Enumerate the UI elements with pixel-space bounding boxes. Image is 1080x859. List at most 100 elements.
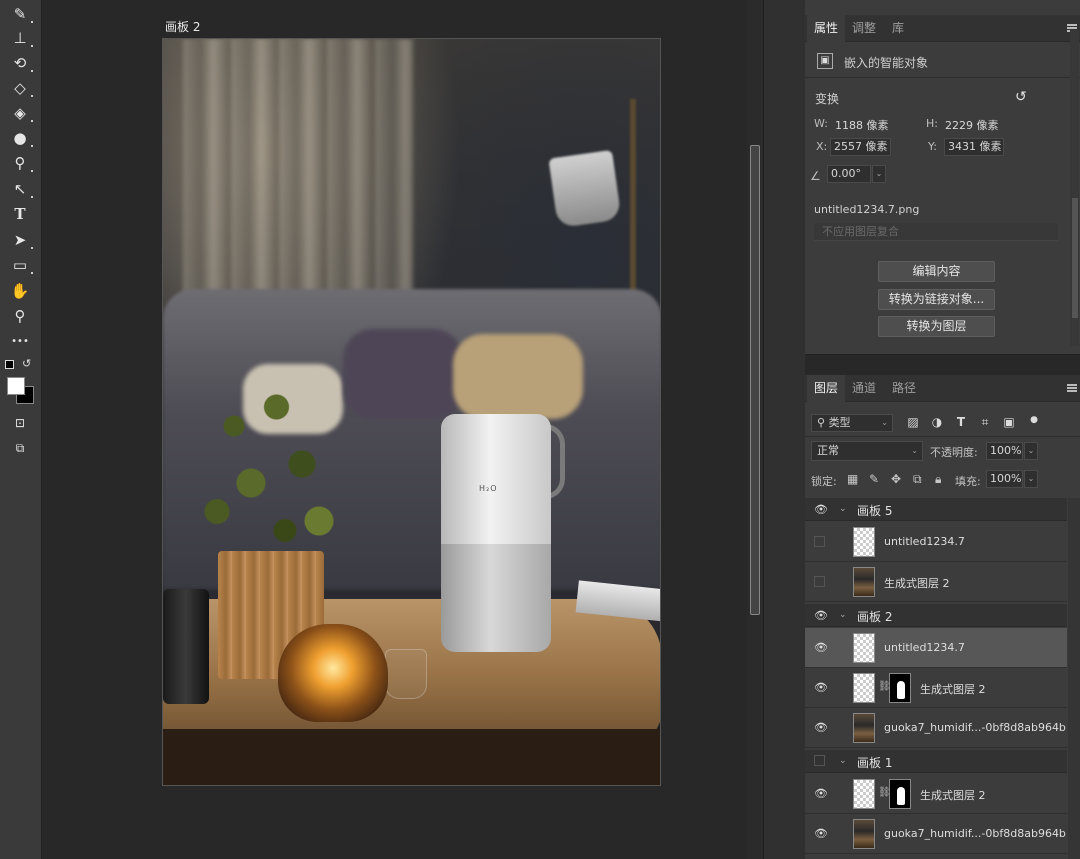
layers-scrollbar[interactable] xyxy=(1068,498,1080,859)
visibility-eye-icon[interactable]: 👁︎ xyxy=(814,787,828,800)
pen-icon[interactable]: ↖ xyxy=(8,178,33,200)
panel-menu-icon[interactable] xyxy=(1067,384,1077,392)
tab-channels[interactable]: 通道 xyxy=(845,375,883,402)
layer-thumbnail xyxy=(853,819,875,849)
default-colors-icon[interactable] xyxy=(5,360,14,369)
paint-bucket-icon[interactable]: ◈ xyxy=(8,102,33,124)
type-icon[interactable]: T xyxy=(8,203,32,225)
layer-row[interactable]: 👁︎ guoka7_humidif...-0bf8d8ab964b xyxy=(805,708,1067,748)
opacity-dropdown[interactable]: ⌄ xyxy=(1024,442,1038,460)
path-select-icon[interactable]: ➤ xyxy=(8,229,33,251)
width-label: W: xyxy=(814,117,828,130)
convert-to-layers-button[interactable]: 转换为图层 xyxy=(878,316,995,337)
tab-adjustments[interactable]: 调整 xyxy=(845,15,883,42)
properties-panel: 属性 调整 库 ▣ 嵌入的智能对象 变换 ↺ W: 1188 像素 H: 222… xyxy=(805,0,1080,355)
shape-filter-icon[interactable]: ⌗ xyxy=(978,415,992,430)
brush-icon[interactable]: ✎ xyxy=(8,3,33,25)
convert-to-linked-button[interactable]: 转换为链接对象... xyxy=(878,289,995,310)
visibility-toggle[interactable] xyxy=(814,536,825,547)
lock-transparency-icon[interactable]: ▦ xyxy=(847,472,858,486)
lock-artboard-icon[interactable]: ⧉ xyxy=(913,472,922,487)
angle-field[interactable]: 0.00° xyxy=(827,165,871,183)
width-value[interactable]: 1188 像素 xyxy=(835,117,889,133)
adjustment-filter-icon[interactable]: ◑ xyxy=(930,415,944,429)
more-tools-icon[interactable]: ••• xyxy=(8,330,32,352)
visibility-eye-icon[interactable]: 👁︎ xyxy=(814,721,828,734)
layer-row[interactable]: 👁︎ ⛓︎ 生成式图层 2 xyxy=(805,668,1067,708)
layer-name: untitled1234.7 xyxy=(884,641,965,654)
canvas-vertical-scrollbar[interactable] xyxy=(747,0,763,859)
layer-mask-thumbnail[interactable] xyxy=(889,673,911,703)
filter-label: 类型 xyxy=(828,416,851,429)
properties-tabs: 属性 调整 库 xyxy=(805,15,1080,42)
properties-scrollbar[interactable] xyxy=(1070,30,1079,346)
layer-name: untitled1234.7 xyxy=(884,535,965,548)
tab-layers[interactable]: 图层 xyxy=(807,375,846,402)
visibility-toggle[interactable] xyxy=(814,755,825,766)
visibility-eye-icon[interactable]: 👁︎ xyxy=(814,503,828,516)
tab-properties[interactable]: 属性 xyxy=(807,15,846,42)
fill-dropdown[interactable]: ⌄ xyxy=(1024,470,1038,488)
y-position-field[interactable]: 3431 像素 xyxy=(944,138,1004,156)
visibility-eye-icon[interactable]: 👁︎ xyxy=(814,641,828,654)
rectangle-icon[interactable]: ▭ xyxy=(8,254,33,276)
layer-row-selected[interactable]: 👁︎ untitled1234.7 xyxy=(805,628,1067,668)
filter-toggle-icon[interactable]: ● xyxy=(1027,415,1041,425)
chevron-down-icon[interactable]: ⌄ xyxy=(839,504,847,514)
lock-position-icon[interactable]: ✥ xyxy=(891,472,901,486)
lock-pixels-icon[interactable]: ✎ xyxy=(869,472,879,486)
dodge-icon[interactable]: ⚲ xyxy=(8,152,33,174)
foreground-color-swatch[interactable] xyxy=(7,377,25,395)
layer-thumbnail xyxy=(853,673,875,703)
opacity-field[interactable]: 100% xyxy=(986,442,1023,460)
visibility-eye-icon[interactable]: 👁︎ xyxy=(814,681,828,694)
layer-filter-select[interactable]: ⚲ 类型 ⌄ xyxy=(811,414,893,432)
pixel-filter-icon[interactable]: ▨ xyxy=(906,415,920,429)
tab-libraries[interactable]: 库 xyxy=(885,15,911,42)
tools-panel: ✎ ⊥ ⟲ ◇ ◈ ● ⚲ ↖ T ➤ ▭ ✋ ⚲ ••• ↺ ⊡ ⧉ xyxy=(0,0,42,859)
visibility-toggle[interactable] xyxy=(814,576,825,587)
layer-thumbnail xyxy=(853,779,875,809)
search-icon: ⚲ xyxy=(817,416,829,429)
chevron-down-icon[interactable]: ⌄ xyxy=(839,610,847,620)
layer-row[interactable]: untitled1234.7 xyxy=(805,522,1067,562)
angle-dropdown[interactable]: ⌄ xyxy=(872,165,886,183)
swap-colors-icon[interactable]: ↺ xyxy=(22,357,31,370)
lock-all-icon[interactable]: 🔒︎ xyxy=(935,472,941,487)
layers-panel: 图层 通道 路径 ⚲ 类型 ⌄ ▨ ◑ T ⌗ ▣ ● 正常 ⌄ 不透明度: 100… xyxy=(805,375,1080,859)
candle-image xyxy=(278,624,388,722)
artboard-group-row[interactable]: 👁︎ ⌄ 画板 2 xyxy=(805,604,1067,627)
layer-name: guoka7_humidif...-0bf8d8ab964b xyxy=(884,827,1066,840)
layer-mask-thumbnail[interactable] xyxy=(889,779,911,809)
pillow-image xyxy=(453,334,583,419)
visibility-eye-icon[interactable]: 👁︎ xyxy=(814,827,828,840)
screen-mode-icon[interactable]: ⧉ xyxy=(8,437,32,459)
edit-contents-button[interactable]: 编辑内容 xyxy=(878,261,995,282)
quick-mask-icon[interactable]: ⊡ xyxy=(8,412,32,434)
artboard-title[interactable]: 画板 2 xyxy=(165,18,200,35)
history-brush-icon[interactable]: ⟲ xyxy=(8,52,33,74)
scrollbar-thumb[interactable] xyxy=(750,145,760,615)
reset-transform-icon[interactable]: ↺ xyxy=(1015,89,1027,105)
blur-icon[interactable]: ● xyxy=(8,127,33,149)
visibility-eye-icon[interactable]: 👁︎ xyxy=(814,609,828,622)
layer-row[interactable]: 生成式图层 2 xyxy=(805,562,1067,602)
type-filter-icon[interactable]: T xyxy=(954,415,968,429)
fill-field[interactable]: 100% xyxy=(986,470,1023,488)
layer-row[interactable]: 👁︎ ⛓︎ 生成式图层 2 xyxy=(805,774,1067,814)
zoom-icon[interactable]: ⚲ xyxy=(8,305,32,327)
tab-paths[interactable]: 路径 xyxy=(885,375,923,402)
artboard-canvas[interactable]: H₂O xyxy=(162,38,661,786)
height-value[interactable]: 2229 像素 xyxy=(945,117,999,133)
smart-object-filter-icon[interactable]: ▣ xyxy=(1002,415,1016,429)
artboard-group-row[interactable]: 👁︎ ⌄ 画板 5 xyxy=(805,498,1067,521)
layer-row[interactable]: 👁︎ guoka7_humidif...-0bf8d8ab964b xyxy=(805,814,1067,854)
chevron-down-icon: ⌄ xyxy=(911,446,918,455)
eraser-icon[interactable]: ◇ xyxy=(8,77,33,99)
hand-icon[interactable]: ✋ xyxy=(8,280,32,302)
chevron-down-icon[interactable]: ⌄ xyxy=(839,756,847,766)
artboard-group-row[interactable]: ⌄ 画板 1 xyxy=(805,750,1067,773)
stamp-icon[interactable]: ⊥ xyxy=(8,27,33,49)
x-position-field[interactable]: 2557 像素 xyxy=(830,138,891,156)
blend-mode-select[interactable]: 正常 ⌄ xyxy=(811,441,923,461)
